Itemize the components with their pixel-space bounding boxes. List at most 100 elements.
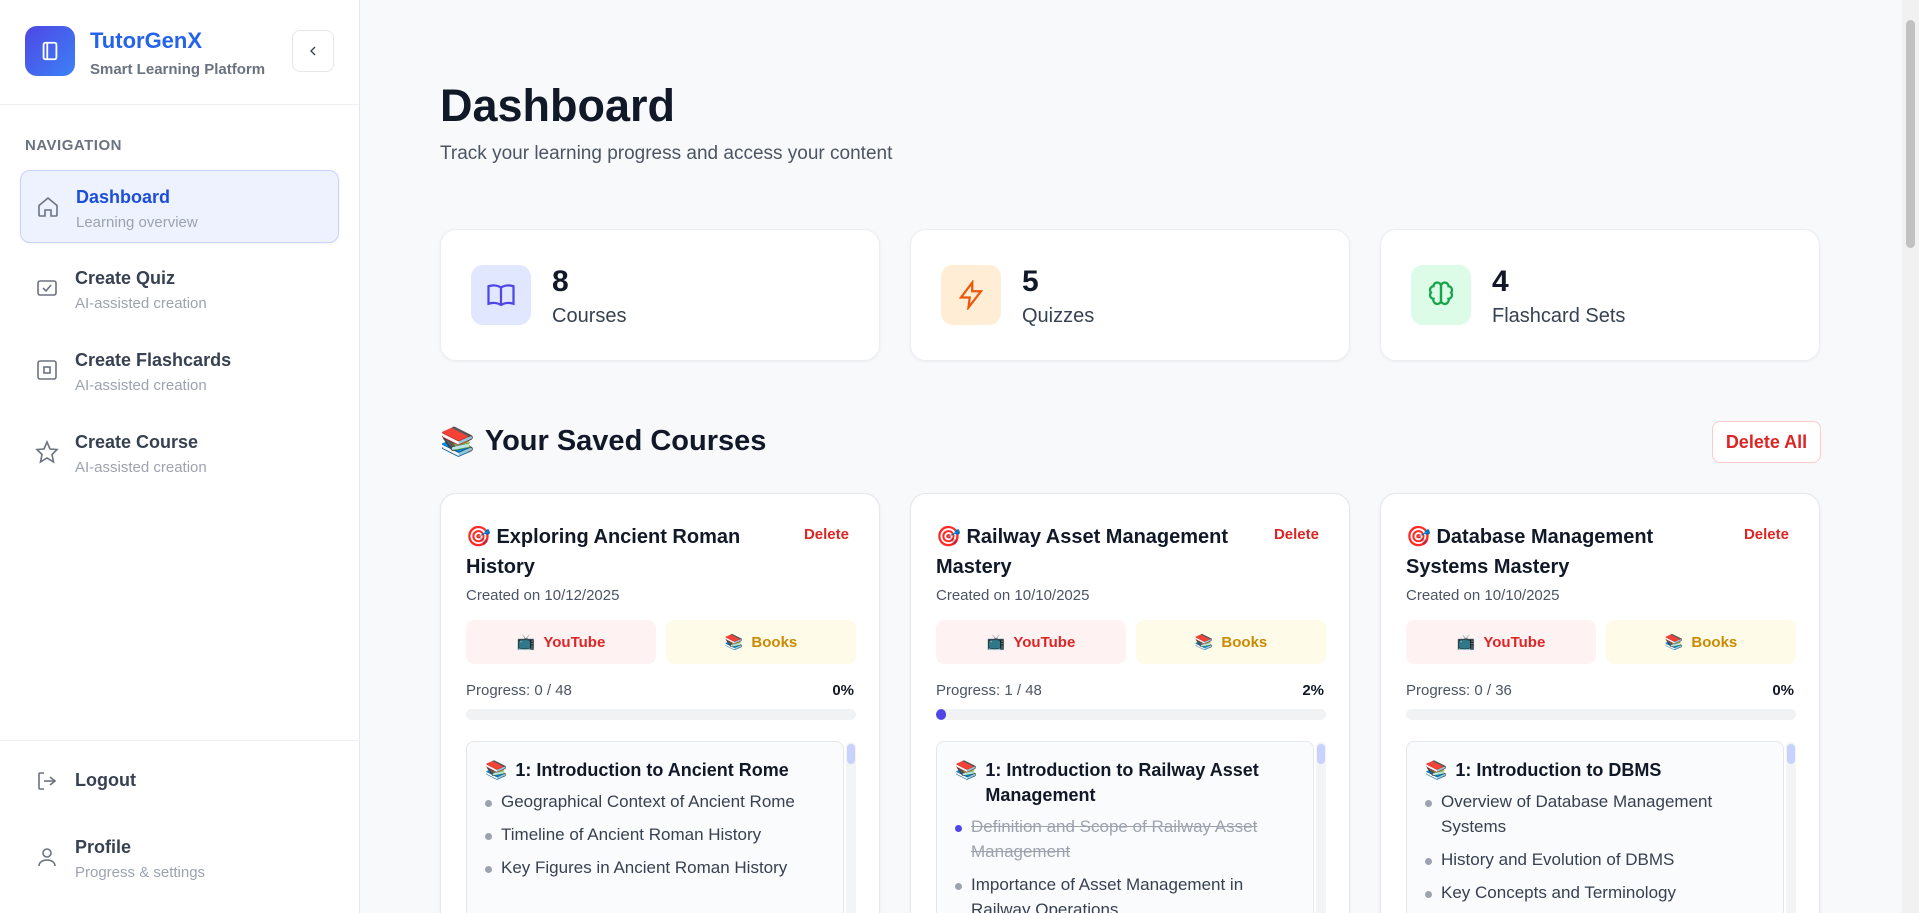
books-button[interactable]: 📚 Books bbox=[666, 620, 856, 664]
topic-item[interactable]: Timeline of Ancient Roman History bbox=[485, 822, 825, 847]
sidebar-item-desc: AI-assisted creation bbox=[75, 295, 207, 312]
sidebar-item-desc: Progress & settings bbox=[75, 864, 206, 881]
logout-label: Logout bbox=[75, 770, 136, 790]
app-logo-icon bbox=[25, 26, 75, 76]
stat-label: Quizzes bbox=[1022, 305, 1095, 327]
checkbox-icon bbox=[37, 280, 57, 296]
sidebar-item-profile[interactable]: Profile Progress & settings bbox=[20, 821, 339, 894]
sidebar-item-desc: AI-assisted creation bbox=[75, 377, 207, 394]
progress-label: Progress: 1 / 48 bbox=[936, 682, 1042, 699]
target-icon: 🎯 bbox=[466, 526, 491, 548]
progress-percent: 0% bbox=[832, 682, 854, 699]
module-title: 📚 1: Introduction to DBMS bbox=[1425, 758, 1765, 783]
logout-button[interactable]: Logout bbox=[20, 756, 339, 806]
sidebar-item-create-quiz[interactable]: Create Quiz AI-assisted creation bbox=[20, 252, 339, 325]
sidebar: TutorGenX Smart Learning Platform NAVIGA… bbox=[0, 0, 360, 913]
target-icon: 🎯 bbox=[936, 526, 961, 548]
tv-icon: 📺 bbox=[516, 634, 536, 651]
section-title-text: Your Saved Courses bbox=[484, 425, 767, 457]
stat-card-flashcards: 4 Flashcard Sets bbox=[1380, 229, 1820, 361]
delete-course-button[interactable]: Delete bbox=[1744, 526, 1789, 543]
topic-item[interactable]: History and Evolution of DBMS bbox=[1425, 847, 1765, 872]
topic-item[interactable]: Importance of Asset Management in Railwa… bbox=[955, 872, 1295, 913]
chevron-left-icon bbox=[310, 46, 316, 56]
module-scrollbar[interactable] bbox=[1786, 742, 1796, 913]
delete-all-button[interactable]: Delete All bbox=[1712, 421, 1821, 463]
brand-subtitle: Smart Learning Platform bbox=[90, 61, 266, 78]
page-scrollbar[interactable] bbox=[1902, 0, 1919, 913]
target-icon: 🎯 bbox=[1406, 526, 1431, 548]
stat-label: Courses bbox=[552, 305, 627, 327]
stat-value: 4 bbox=[1492, 265, 1509, 298]
youtube-button[interactable]: 📺 YouTube bbox=[466, 620, 656, 664]
module-scrollbar[interactable] bbox=[1316, 742, 1326, 913]
sidebar-item-desc: AI-assisted creation bbox=[75, 459, 207, 476]
logout-icon bbox=[38, 772, 57, 790]
progress-bar bbox=[936, 709, 1326, 720]
course-card: 🎯 Exploring Ancient Roman History Delete… bbox=[440, 493, 880, 913]
sidebar-footer: Logout Profile Progress & settings bbox=[0, 740, 360, 913]
topic-item[interactable]: Geographical Context of Ancient Rome bbox=[485, 789, 825, 814]
scrollbar-thumb[interactable] bbox=[1906, 20, 1915, 248]
course-date: Created on 10/10/2025 bbox=[936, 587, 1090, 604]
section-title: 📚 Your Saved Courses bbox=[440, 425, 766, 458]
module-panel: 📚 1: Introduction to Ancient Rome Geograp… bbox=[466, 741, 844, 913]
user-icon bbox=[38, 848, 56, 867]
delete-course-button[interactable]: Delete bbox=[804, 526, 849, 543]
sidebar-item-label: Profile bbox=[75, 837, 132, 857]
collapse-sidebar-button[interactable] bbox=[292, 30, 334, 72]
books-button[interactable]: 📚 Books bbox=[1136, 620, 1326, 664]
course-card: 🎯 Railway Asset Management Mastery Delet… bbox=[910, 493, 1350, 913]
stat-card-courses: 8 Courses bbox=[440, 229, 880, 361]
module-scrollbar[interactable] bbox=[846, 742, 856, 913]
brand-header: TutorGenX Smart Learning Platform bbox=[0, 0, 359, 105]
sidebar-item-desc: Learning overview bbox=[76, 214, 198, 231]
progress-percent: 2% bbox=[1302, 682, 1324, 699]
module-panel: 📚 1: Introduction to Railway Asset Manage… bbox=[936, 741, 1314, 913]
books-icon: 📚 bbox=[1664, 634, 1684, 651]
sidebar-item-dashboard[interactable]: Dashboard Learning overview bbox=[20, 170, 339, 243]
sidebar-item-label: Create Quiz bbox=[75, 268, 176, 288]
books-icon: 📚 bbox=[955, 760, 978, 780]
course-title: 🎯 Exploring Ancient Roman History bbox=[466, 526, 741, 578]
youtube-button[interactable]: 📺 YouTube bbox=[936, 620, 1126, 664]
page-title: Dashboard bbox=[440, 80, 676, 131]
sidebar-item-create-course[interactable]: Create Course AI-assisted creation bbox=[20, 416, 339, 489]
youtube-button[interactable]: 📺 YouTube bbox=[1406, 620, 1596, 664]
lightning-icon bbox=[941, 265, 1001, 325]
course-card: 🎯 Database Management Systems Mastery De… bbox=[1380, 493, 1820, 913]
progress-percent: 0% bbox=[1772, 682, 1794, 699]
star-icon bbox=[35, 440, 59, 464]
nav-heading: NAVIGATION bbox=[25, 137, 122, 154]
square-icon bbox=[37, 360, 57, 380]
delete-course-button[interactable]: Delete bbox=[1274, 526, 1319, 543]
topic-item[interactable]: Overview of Database Management Systems bbox=[1425, 789, 1765, 839]
sidebar-item-create-flashcards[interactable]: Create Flashcards AI-assisted creation bbox=[20, 334, 339, 407]
books-button[interactable]: 📚 Books bbox=[1606, 620, 1796, 664]
books-icon: 📚 bbox=[1194, 634, 1214, 651]
home-icon bbox=[38, 196, 58, 217]
topic-list: Definition and Scope of Railway Asset Ma… bbox=[955, 814, 1295, 913]
topic-item[interactable]: Definition and Scope of Railway Asset Ma… bbox=[955, 814, 1295, 864]
stat-value: 8 bbox=[552, 265, 569, 298]
progress-label: Progress: 0 / 36 bbox=[1406, 682, 1512, 699]
topic-item[interactable]: Key Figures in Ancient Roman History bbox=[485, 855, 825, 880]
stat-label: Flashcard Sets bbox=[1492, 305, 1626, 327]
sidebar-item-label: Create Course bbox=[75, 432, 199, 452]
sidebar-item-label: Dashboard bbox=[76, 187, 171, 207]
course-title: 🎯 Database Management Systems Mastery bbox=[1406, 526, 1654, 578]
topic-item[interactable]: Key Concepts and Terminology bbox=[1425, 880, 1765, 905]
module-title: 📚 1: Introduction to Ancient Rome bbox=[485, 758, 825, 783]
module-title: 📚 1: Introduction to Railway Asset Manage… bbox=[955, 758, 1295, 808]
progress-bar bbox=[466, 709, 856, 720]
progress-bar bbox=[1406, 709, 1796, 720]
page-subtitle: Track your learning progress and access … bbox=[440, 143, 893, 164]
module-panel: 📚 1: Introduction to DBMS Overview of Dat… bbox=[1406, 741, 1784, 913]
stat-value: 5 bbox=[1022, 265, 1039, 298]
course-title: 🎯 Railway Asset Management Mastery bbox=[936, 526, 1229, 578]
tv-icon: 📺 bbox=[986, 634, 1006, 651]
books-icon: 📚 bbox=[485, 760, 508, 780]
tv-icon: 📺 bbox=[1456, 634, 1476, 651]
course-date: Created on 10/12/2025 bbox=[466, 587, 620, 604]
progress-fill bbox=[936, 709, 946, 720]
